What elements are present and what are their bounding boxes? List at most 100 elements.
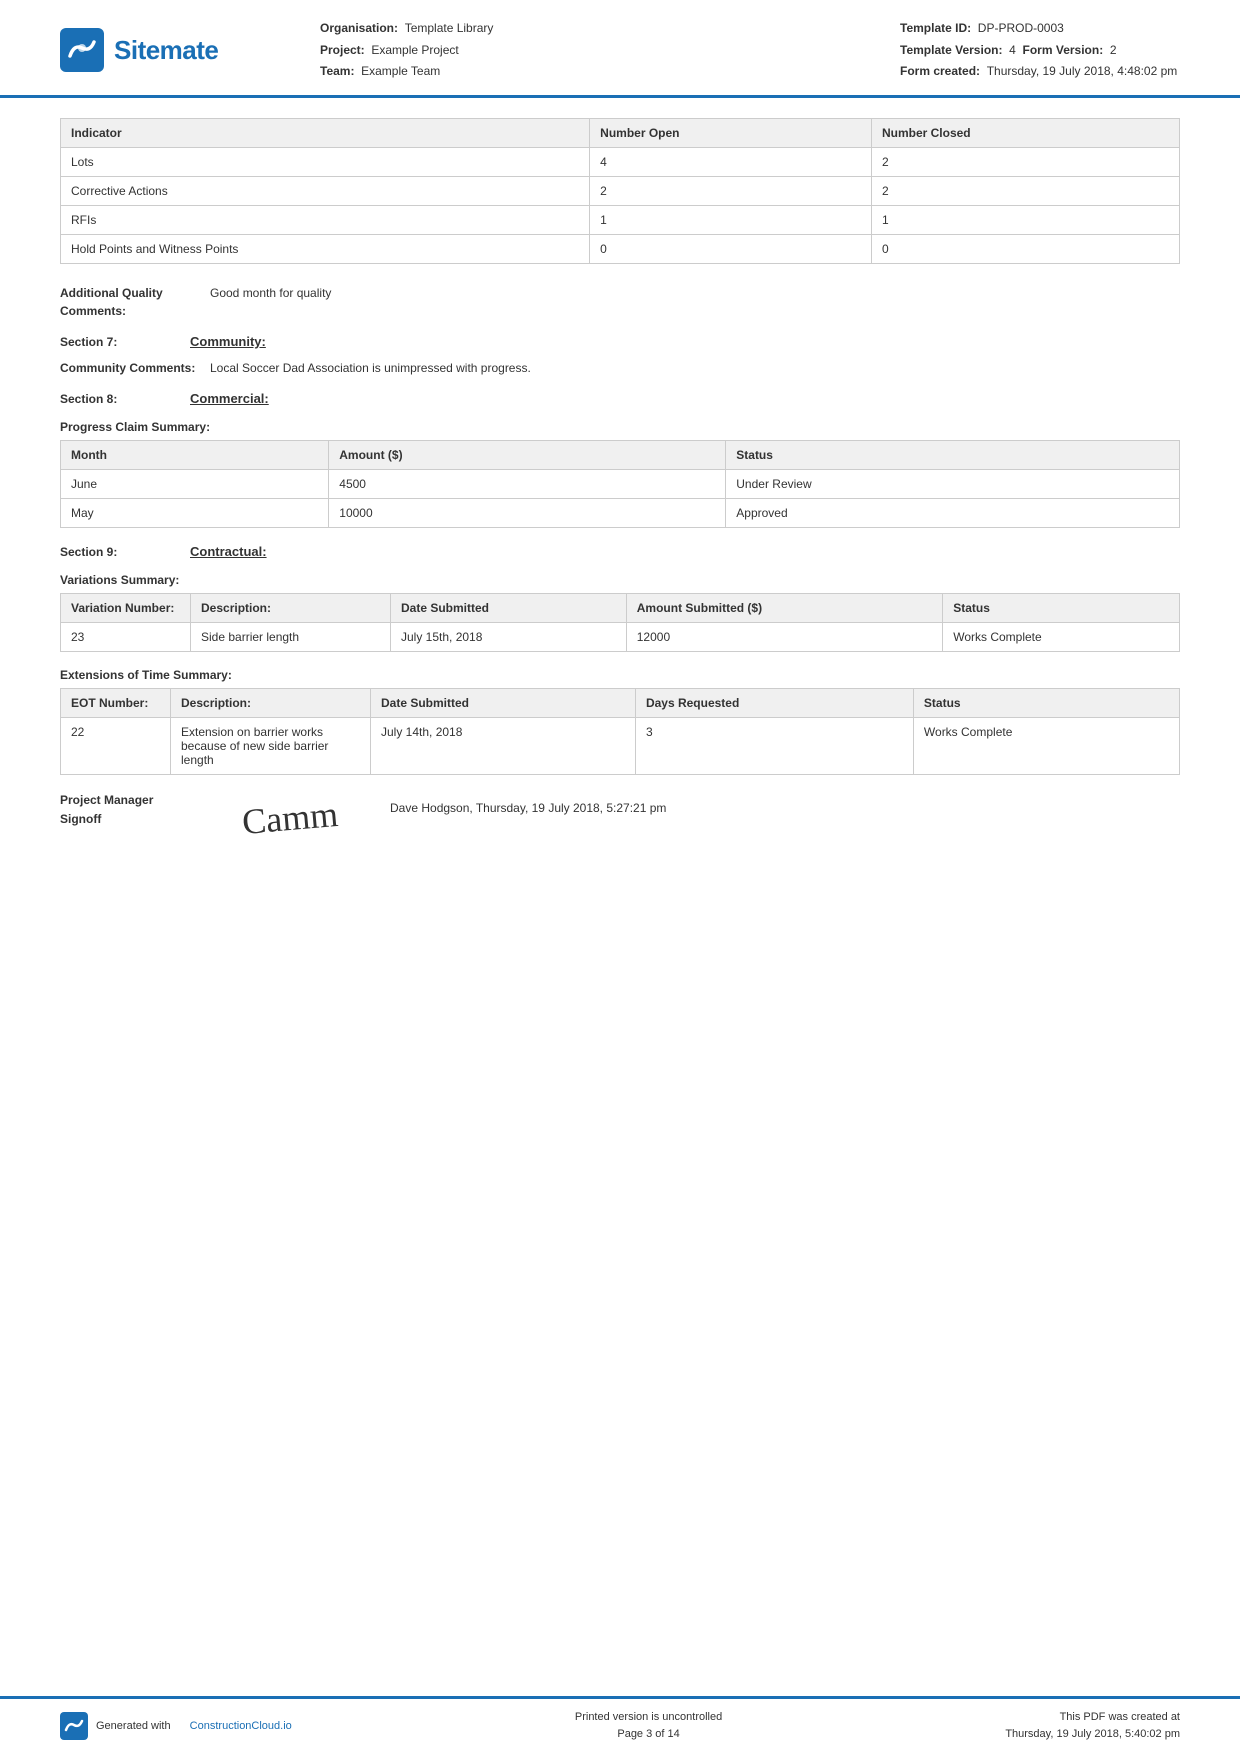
var-amount-cell: 12000: [626, 622, 942, 651]
table-row: RFIs 1 1: [61, 205, 1180, 234]
form-created-line: Form created: Thursday, 19 July 2018, 4:…: [900, 61, 1180, 83]
closed-cell: 0: [871, 234, 1179, 263]
var-col-amount: Amount Submitted ($): [626, 593, 942, 622]
eot-number-cell: 22: [61, 717, 171, 774]
main-content: Indicator Number Open Number Closed Lots…: [0, 98, 1240, 1696]
form-version-value: 2: [1110, 43, 1117, 57]
section9-row: Section 9: Contractual:: [60, 544, 1180, 559]
table-row: Corrective Actions 2 2: [61, 176, 1180, 205]
eot-desc-cell: Extension on barrier works because of ne…: [171, 717, 371, 774]
community-comments-row: Community Comments: Local Soccer Dad Ass…: [60, 359, 1180, 377]
table-row: 22 Extension on barrier works because of…: [61, 717, 1180, 774]
team-label: Team:: [320, 64, 354, 78]
eot-date-cell: July 14th, 2018: [371, 717, 636, 774]
section9-num: Section 9:: [60, 545, 170, 559]
pm-signoff-text: Dave Hodgson, Thursday, 19 July 2018, 5:…: [390, 791, 666, 817]
form-created-label: Form created:: [900, 64, 980, 78]
progress-claim-table: Month Amount ($) Status June 4500 Under …: [60, 440, 1180, 528]
org-line: Organisation: Template Library: [320, 18, 900, 40]
section7-row: Section 7: Community:: [60, 334, 1180, 349]
community-comments-value: Local Soccer Dad Association is unimpres…: [210, 359, 1180, 377]
open-cell: 4: [590, 147, 872, 176]
section8-row: Section 8: Commercial:: [60, 391, 1180, 406]
logo-area: Sitemate: [60, 28, 320, 72]
var-number-cell: 23: [61, 622, 191, 651]
var-col-date: Date Submitted: [391, 593, 627, 622]
indicator-cell: Hold Points and Witness Points: [61, 234, 590, 263]
closed-cell: 2: [871, 147, 1179, 176]
progress-col-month: Month: [61, 440, 329, 469]
variations-title: Variations Summary:: [60, 573, 1180, 587]
footer-generated-link[interactable]: ConstructionCloud.io: [190, 1720, 292, 1732]
eot-title: Extensions of Time Summary:: [60, 668, 1180, 682]
indicator-table: Indicator Number Open Number Closed Lots…: [60, 118, 1180, 264]
month-cell: June: [61, 469, 329, 498]
signature-image: Camm: [220, 791, 360, 846]
project-label: Project:: [320, 43, 365, 57]
org-label: Organisation:: [320, 21, 398, 35]
eot-days-cell: 3: [635, 717, 913, 774]
indicator-cell: Lots: [61, 147, 590, 176]
amount-cell: 4500: [329, 469, 726, 498]
footer-uncontrolled: Printed version is uncontrolled: [575, 1709, 722, 1727]
logo-text: Sitemate: [114, 35, 218, 66]
open-cell: 0: [590, 234, 872, 263]
team-value: Example Team: [361, 64, 440, 78]
table-row: May 10000 Approved: [61, 498, 1180, 527]
month-cell: May: [61, 498, 329, 527]
eot-col-number: EOT Number:: [61, 688, 171, 717]
indicator-cell: RFIs: [61, 205, 590, 234]
var-date-cell: July 15th, 2018: [391, 622, 627, 651]
project-value: Example Project: [371, 43, 458, 57]
template-version-value: 4: [1009, 43, 1016, 57]
variations-table: Variation Number: Description: Date Subm…: [60, 593, 1180, 652]
open-cell: 1: [590, 205, 872, 234]
project-line: Project: Example Project: [320, 40, 900, 62]
var-col-number: Variation Number:: [61, 593, 191, 622]
footer-center: Printed version is uncontrolled Page 3 o…: [575, 1709, 722, 1744]
var-col-description: Description:: [191, 593, 391, 622]
status-cell: Approved: [726, 498, 1180, 527]
additional-quality-value: Good month for quality: [210, 284, 1180, 302]
col-number-open: Number Open: [590, 118, 872, 147]
var-status-cell: Works Complete: [943, 622, 1180, 651]
signature-cursive: Camm: [240, 793, 339, 843]
community-comments-label: Community Comments:: [60, 359, 210, 377]
table-row: Lots 4 2: [61, 147, 1180, 176]
additional-quality-label: Additional Quality Comments:: [60, 284, 210, 320]
footer-pdf-line1: This PDF was created at: [1005, 1709, 1180, 1727]
table-row: Hold Points and Witness Points 0 0: [61, 234, 1180, 263]
section8-num: Section 8:: [60, 392, 170, 406]
section7-num: Section 7:: [60, 335, 170, 349]
progress-col-amount: Amount ($): [329, 440, 726, 469]
progress-claim-title: Progress Claim Summary:: [60, 420, 1180, 434]
eot-col-days: Days Requested: [635, 688, 913, 717]
eot-col-description: Description:: [171, 688, 371, 717]
table-row: June 4500 Under Review: [61, 469, 1180, 498]
page-footer: Generated with ConstructionCloud.io Prin…: [0, 1696, 1240, 1754]
footer-generated-text: Generated with: [96, 1720, 171, 1732]
form-created-value: Thursday, 19 July 2018, 4:48:02 pm: [987, 64, 1178, 78]
section9-title: Contractual:: [190, 544, 267, 559]
col-indicator: Indicator: [61, 118, 590, 147]
eot-col-date: Date Submitted: [371, 688, 636, 717]
header-meta-center: Organisation: Template Library Project: …: [320, 18, 900, 83]
closed-cell: 1: [871, 205, 1179, 234]
status-cell: Under Review: [726, 469, 1180, 498]
footer-left: Generated with ConstructionCloud.io: [60, 1712, 292, 1740]
page-wrapper: Sitemate Organisation: Template Library …: [0, 0, 1240, 1754]
open-cell: 2: [590, 176, 872, 205]
team-line: Team: Example Team: [320, 61, 900, 83]
template-id-value: DP-PROD-0003: [978, 21, 1064, 35]
closed-cell: 2: [871, 176, 1179, 205]
section8-title: Commercial:: [190, 391, 269, 406]
table-row: 23 Side barrier length July 15th, 2018 1…: [61, 622, 1180, 651]
progress-col-status: Status: [726, 440, 1180, 469]
eot-status-cell: Works Complete: [913, 717, 1179, 774]
template-version-label: Template Version:: [900, 43, 1002, 57]
org-value: Template Library: [405, 21, 494, 35]
page-header: Sitemate Organisation: Template Library …: [0, 0, 1240, 98]
additional-quality-row: Additional Quality Comments: Good month …: [60, 284, 1180, 320]
col-number-closed: Number Closed: [871, 118, 1179, 147]
eot-table: EOT Number: Description: Date Submitted …: [60, 688, 1180, 775]
